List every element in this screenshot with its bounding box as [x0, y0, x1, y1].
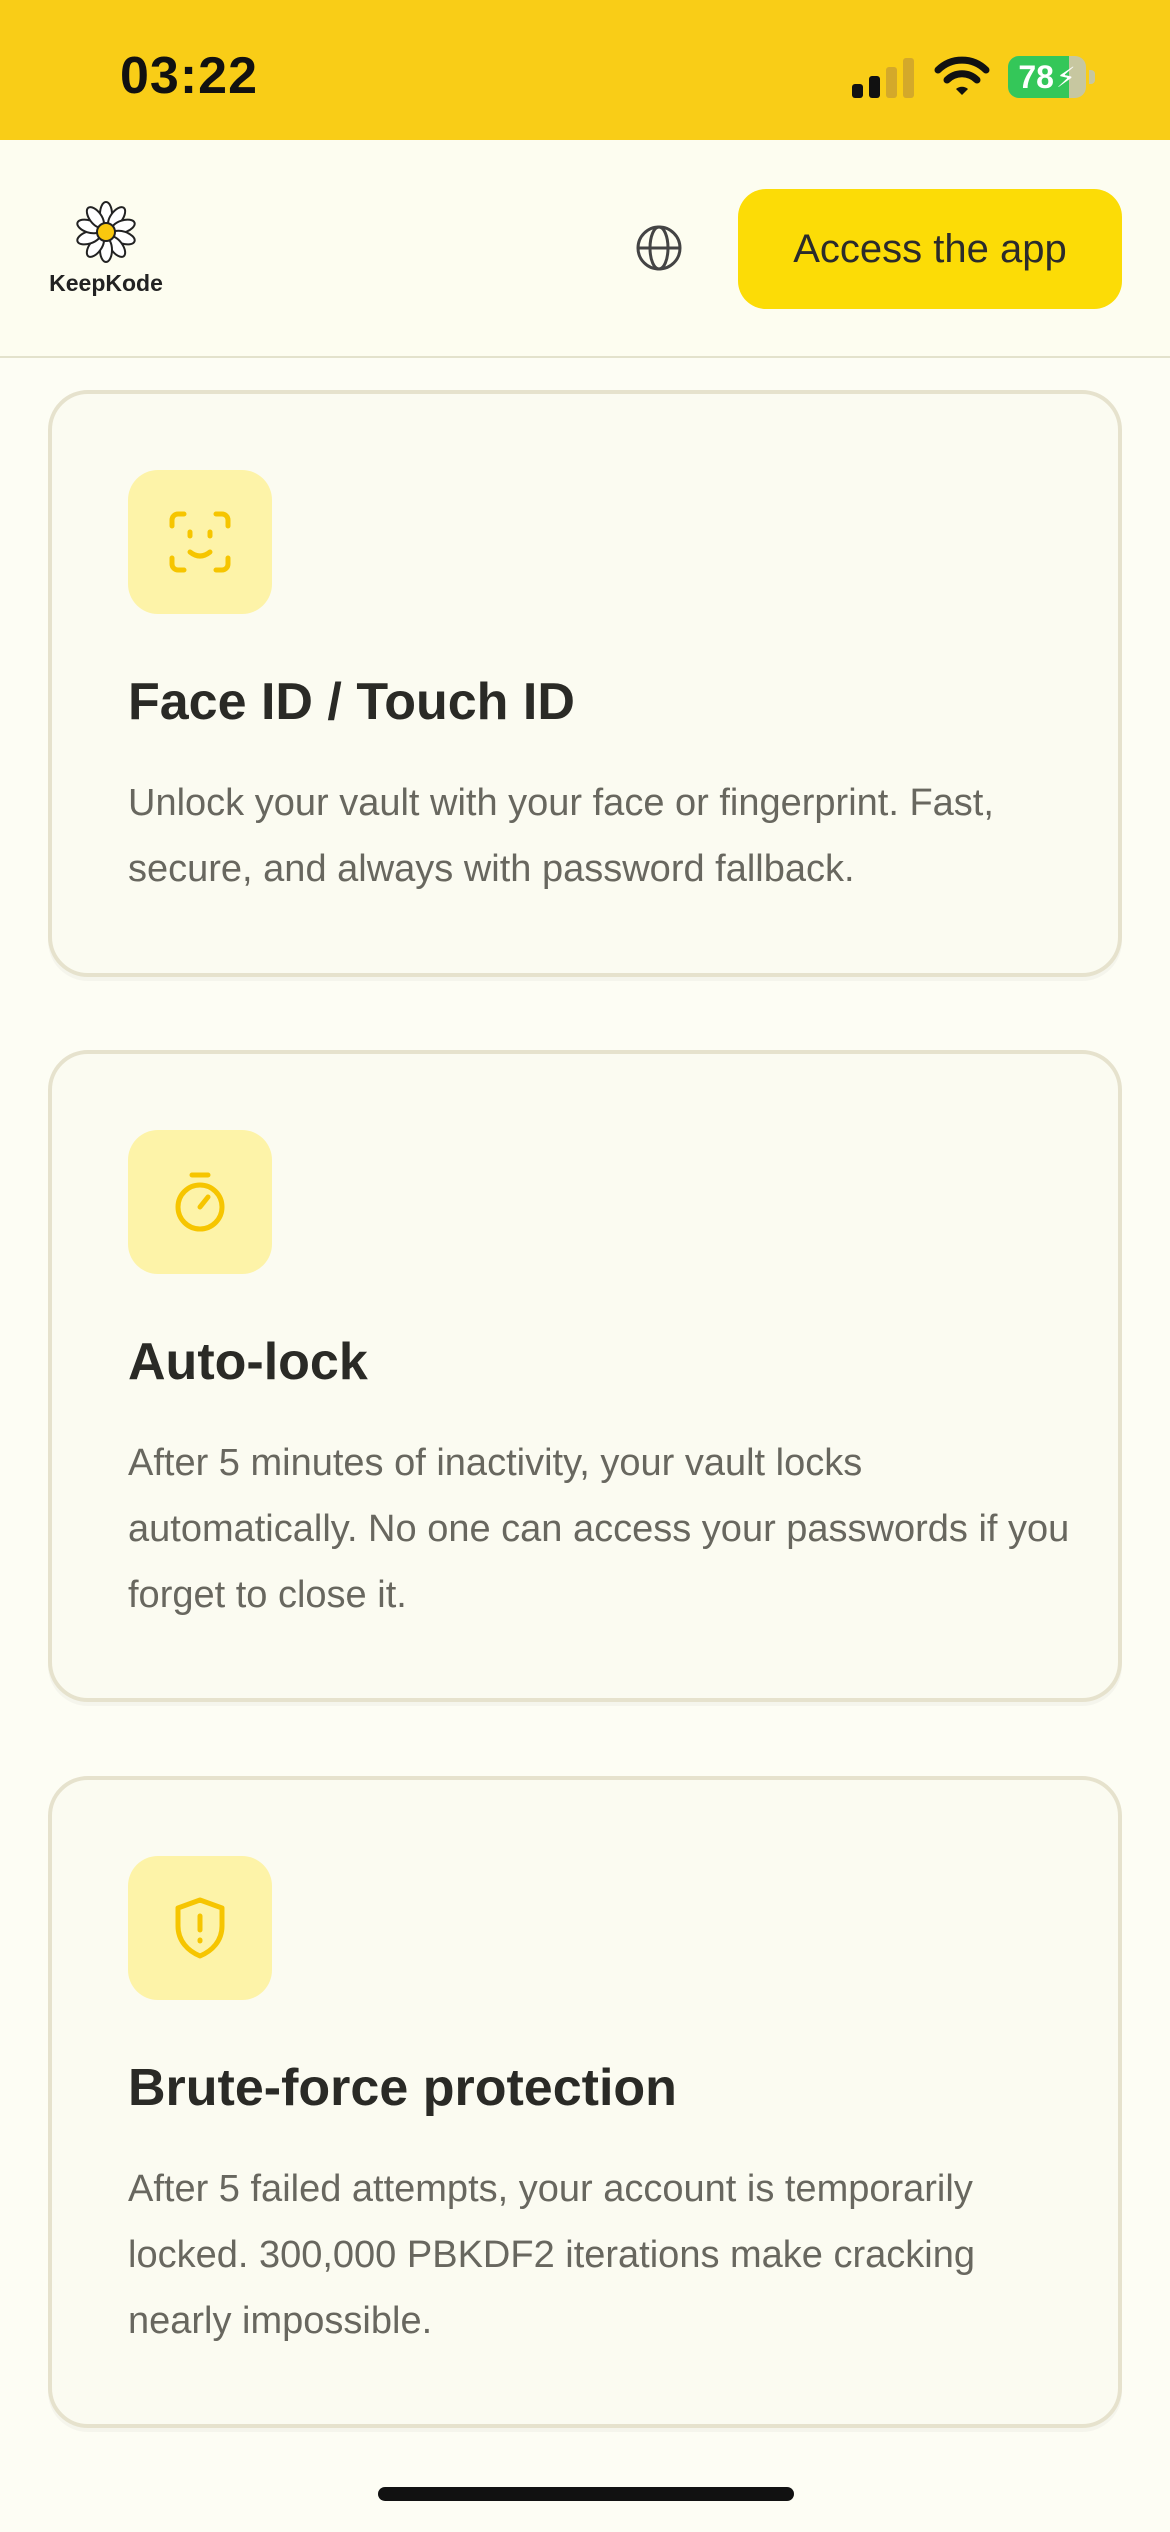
- globe-icon[interactable]: [634, 223, 684, 273]
- feature-icon-container: [128, 1856, 272, 2000]
- feature-description: After 5 minutes of inactivity, your vaul…: [128, 1442, 1070, 1616]
- feature-icon-container: [128, 470, 272, 614]
- feature-description: After 5 failed attempts, your account is…: [128, 2168, 975, 2342]
- feature-description: Unlock your vault with your face or fing…: [128, 782, 994, 890]
- battery-indicator: 78 ⚡: [1008, 56, 1086, 98]
- battery-percent: 78: [1018, 58, 1054, 95]
- face-id-icon: [169, 511, 231, 573]
- feature-card-auto-lock: Auto-lock After 5 minutes of inactivity,…: [48, 1050, 1122, 1702]
- access-app-button[interactable]: Access the app: [738, 189, 1122, 309]
- wifi-icon: [934, 56, 990, 95]
- battery-cap: [1089, 70, 1095, 84]
- feature-icon-container: [128, 1130, 272, 1274]
- shield-alert-icon: [175, 1897, 225, 1959]
- daisy-flower-icon: [76, 201, 136, 263]
- feature-card-face-id: Face ID / Touch ID Unlock your vault wit…: [48, 390, 1122, 977]
- feature-title: Face ID / Touch ID: [128, 673, 575, 731]
- cellular-signal-icon: [852, 58, 914, 98]
- status-bar: 03:22 78 ⚡: [0, 0, 1170, 140]
- site-header: KeepKode Access the app: [0, 140, 1170, 358]
- home-indicator[interactable]: [378, 2487, 794, 2501]
- feature-card-brute-force: Brute-force protection After 5 failed at…: [48, 1776, 1122, 2428]
- keepkode-logo[interactable]: KeepKode: [44, 200, 168, 300]
- stopwatch-icon: [175, 1172, 225, 1232]
- feature-title: Brute-force protection: [128, 2059, 677, 2117]
- logo-text: KeepKode: [49, 270, 163, 296]
- feature-title: Auto-lock: [128, 1333, 368, 1391]
- status-time: 03:22: [120, 47, 258, 105]
